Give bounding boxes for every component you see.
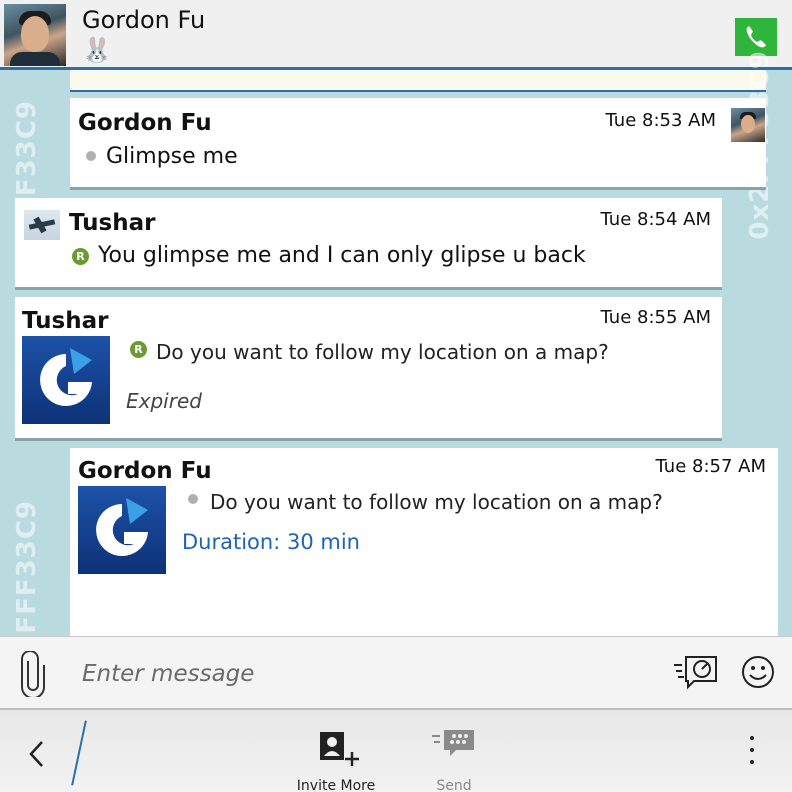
message-sender: Tushar — [22, 308, 109, 334]
delivered-dot-icon — [86, 151, 96, 161]
read-r-icon: R — [130, 341, 147, 358]
message-bubble[interactable]: Gordon Fu Tue 8:57 AM Do you want to fol… — [70, 448, 778, 638]
message-text: You glimpse me and I can only glipse u b… — [98, 243, 586, 268]
message-bubble[interactable]: Gordon Fu Tue 8:53 AM Glimpse me — [70, 98, 766, 190]
glympse-g-icon — [40, 348, 92, 406]
message-text: Do you want to follow my location on a m… — [210, 490, 663, 514]
back-chevron-icon[interactable] — [26, 738, 46, 770]
previous-message-strip — [70, 70, 766, 92]
message-time: Tue 8:54 AM — [600, 209, 711, 230]
contact-name[interactable]: Gordon Fu — [82, 6, 205, 34]
overflow-menu-icon[interactable] — [746, 736, 758, 776]
message-text: Do you want to follow my location on a m… — [156, 340, 609, 364]
delivered-dot-icon — [188, 494, 198, 504]
read-r-icon: R — [72, 248, 89, 265]
glympse-app-icon[interactable] — [22, 336, 110, 424]
message-text: Glimpse me — [106, 144, 238, 169]
emoticon-smiley-icon[interactable] — [741, 655, 775, 689]
phone-icon — [746, 26, 766, 48]
back-divider — [71, 720, 87, 786]
message-sender: Tushar — [69, 210, 156, 236]
message-sender: Gordon Fu — [78, 458, 212, 484]
action-bar: Invite More Send — [0, 708, 792, 792]
chat-header: Gordon Fu 🐰 — [0, 0, 792, 70]
sender-thumbnail — [24, 210, 60, 240]
message-bubble[interactable]: Tushar Tue 8:55 AM R Do you want to foll… — [15, 297, 722, 441]
sender-thumbnail — [731, 108, 765, 142]
message-bubble[interactable]: Tushar Tue 8:54 AM R You glimpse me and … — [15, 198, 722, 290]
glympse-status: Expired — [126, 389, 202, 413]
attach-paperclip-icon[interactable] — [20, 651, 46, 697]
message-time: Tue 8:55 AM — [600, 307, 711, 328]
send-label: Send — [436, 778, 472, 792]
bunny-status-icon: 🐰 — [82, 36, 112, 64]
invite-more-label: Invite More — [296, 778, 376, 792]
message-sender: Gordon Fu — [78, 110, 212, 136]
message-input[interactable] — [80, 655, 644, 693]
avatar-shirt — [10, 52, 60, 66]
invite-more-button[interactable]: Invite More — [290, 724, 382, 792]
glympse-g-icon — [96, 498, 148, 556]
glympse-duration-link[interactable]: Duration: 30 min — [182, 530, 360, 554]
add-contact-icon — [320, 732, 359, 766]
bbm-send-icon — [432, 730, 474, 756]
contact-avatar[interactable] — [4, 4, 66, 66]
avatar-face — [21, 16, 49, 52]
ping-icon[interactable] — [672, 651, 720, 691]
message-time: Tue 8:57 AM — [655, 456, 766, 477]
glympse-app-icon[interactable] — [78, 486, 166, 574]
send-button[interactable]: Send — [422, 724, 486, 792]
message-time: Tue 8:53 AM — [605, 110, 716, 131]
message-composer — [0, 636, 792, 708]
thumbnail-face — [741, 115, 755, 133]
